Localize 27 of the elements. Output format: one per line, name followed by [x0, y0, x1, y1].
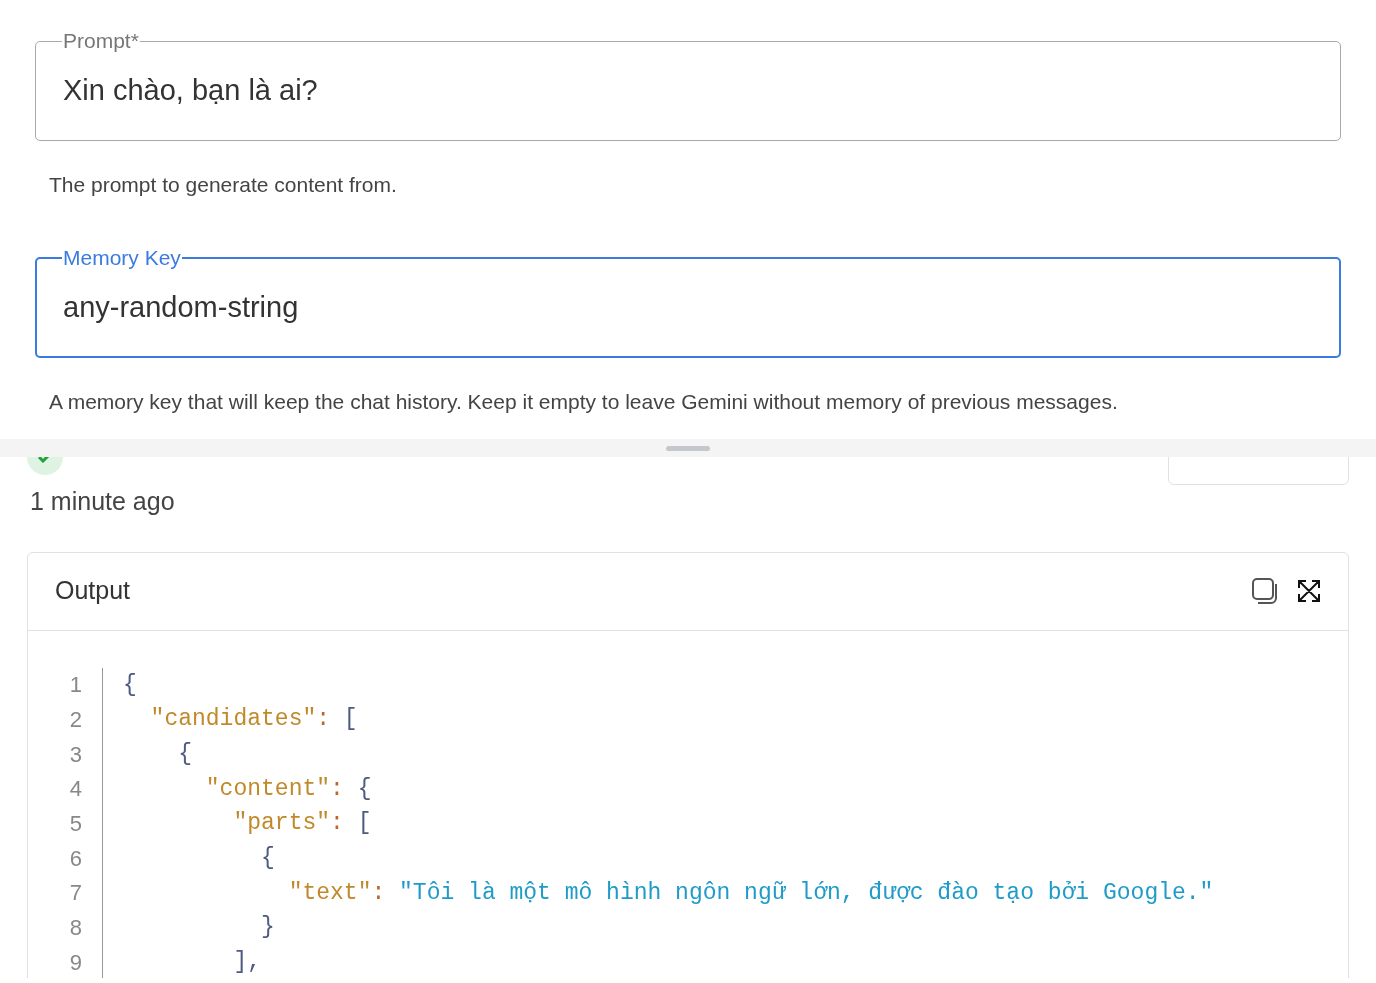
panel-title: Output: [55, 575, 131, 607]
helper-text: A memory key that will keep the chat history. Keep it empty to leave Gemini without memory of previous messages.: [49, 388, 1119, 415]
line-number: 5: [68, 810, 83, 839]
line-number: 4: [68, 775, 83, 804]
code-line: {: [177, 739, 192, 769]
field-label: Memory Key: [62, 244, 182, 271]
code-line: {: [260, 844, 275, 874]
line-number: 1: [68, 671, 83, 700]
resize-handle[interactable]: [666, 445, 710, 451]
line-number: 6: [68, 844, 83, 873]
line-number: 2: [68, 706, 83, 735]
timestamp: 1 minute ago: [30, 486, 175, 517]
helper-text: The prompt to generate content from.: [49, 172, 398, 198]
line-number: 3: [68, 740, 83, 769]
code-line: ],: [232, 948, 262, 978]
code-line: "content": {: [204, 774, 372, 804]
expand-icon[interactable]: [1297, 579, 1321, 603]
code-line: "text": "Tôi là một mô hình ngôn ngữ lớn, được đào tạo bởi Google.": [287, 878, 1214, 908]
code-line: {: [123, 670, 137, 700]
line-number: 9: [68, 948, 83, 977]
copy-icon[interactable]: [1251, 577, 1279, 605]
line-number: 8: [68, 914, 83, 943]
field-label: Prompt*: [62, 28, 140, 54]
code-line: "candidates": [: [149, 705, 358, 735]
code-line: }: [260, 913, 275, 943]
code-line: "parts": [: [232, 809, 372, 839]
line-number: 7: [68, 879, 83, 908]
